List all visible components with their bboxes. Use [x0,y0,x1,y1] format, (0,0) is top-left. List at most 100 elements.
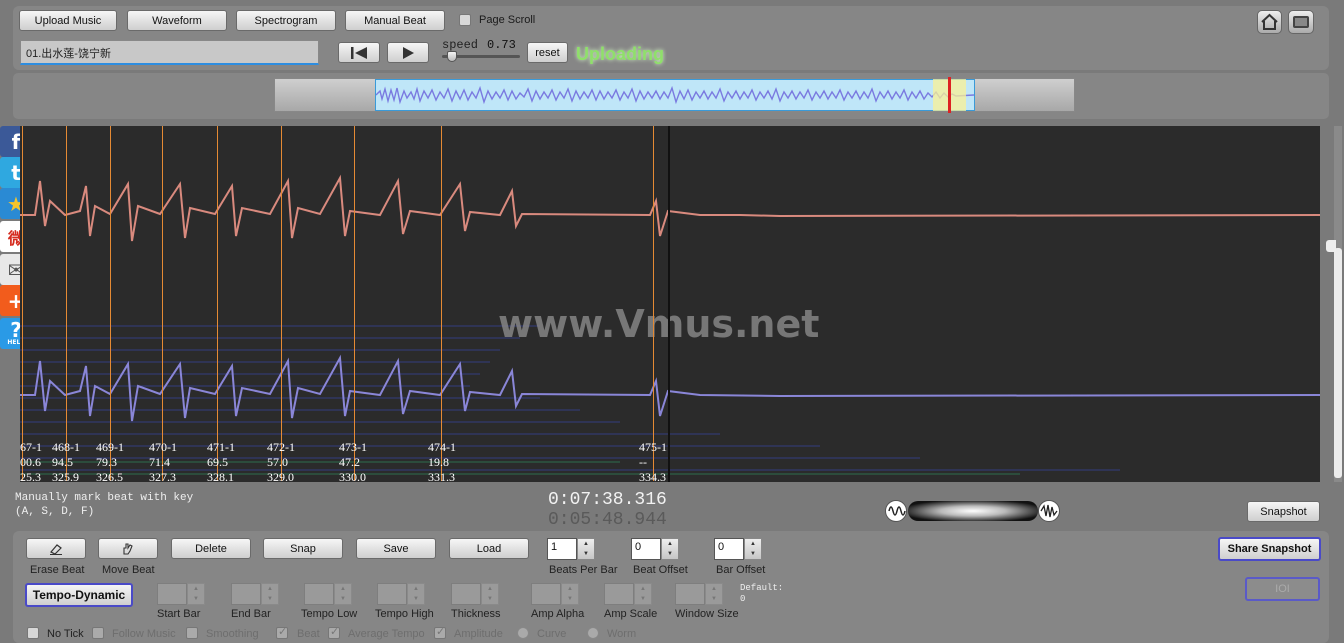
beats-per-bar-stepper[interactable]: 1 ▲ ▼ [547,538,595,560]
zoom-slider[interactable] [908,501,1038,521]
follow-music-checkbox[interactable] [92,627,104,639]
upload-music-button[interactable]: Upload Music [19,10,117,31]
tempo-high-stepper[interactable]: ▲ ▼ [377,583,425,605]
hint-line-2: (A, S, D, F) [15,506,95,518]
beat-label: Beat [297,628,320,640]
amp-alpha-label: Amp Alpha [531,608,585,620]
beat-line[interactable] [653,126,654,481]
erase-beat-button[interactable] [26,538,86,559]
erase-beat-label: Erase Beat [30,564,85,576]
share-snapshot-button[interactable]: Share Snapshot [1218,537,1321,561]
worm-radio[interactable] [587,627,599,639]
worm-label: Worm [607,628,637,640]
waveform-button[interactable]: Waveform [127,10,227,31]
stepper-arrows-icon[interactable]: ▲ ▼ [577,538,595,560]
bar-offset-label: Bar Offset [716,564,766,576]
play-button[interactable] [387,42,429,63]
amplitude-label: Amplitude [454,628,503,640]
beat-label: 472-1 57.0 329.0 [267,440,295,484]
move-beat-button[interactable] [98,538,158,559]
overview-visible-window[interactable] [375,79,975,111]
main-view[interactable]: www.Vmus.net [20,126,1320,482]
beat-line[interactable] [441,126,442,481]
home-icon[interactable] [1257,10,1282,34]
beat-offset-stepper[interactable]: 0 ▲ ▼ [631,538,679,560]
tempo-low-stepper[interactable]: ▲ ▼ [304,583,352,605]
time-current: 0:05:48.944 [548,510,667,530]
start-bar-stepper[interactable]: ▲ ▼ [157,583,205,605]
fullscreen-icon[interactable] [1288,10,1314,34]
amp-alpha-stepper[interactable]: ▲ ▼ [531,583,579,605]
beat-line[interactable] [217,126,218,481]
manual-beat-button[interactable]: Manual Beat [345,10,445,31]
smoothing-checkbox[interactable] [186,627,198,639]
average-tempo-checkbox[interactable] [328,625,340,639]
bar-offset-input[interactable]: 0 [714,538,744,560]
spectrogram-button[interactable]: Spectrogram [236,10,336,31]
ioi-button[interactable]: IOI [1245,577,1320,601]
beats-per-bar-input[interactable]: 1 [547,538,577,560]
beat-checkbox[interactable] [276,625,288,639]
thickness-stepper[interactable]: ▲ ▼ [451,583,499,605]
window-size-stepper[interactable]: ▲ ▼ [675,583,723,605]
tempo-low-label: Tempo Low [301,608,358,620]
speed-label: speed [442,38,479,52]
track-name-field[interactable]: 01.出水莲-饶宁新 [20,40,319,65]
beat-label: 469-1 79.3 326.5 [96,440,124,484]
upload-status: Uploading [576,44,664,64]
follow-music-label: Follow Music [112,628,176,640]
default-value: 0 [740,594,746,604]
hint-line-1: Manually mark beat with key [15,492,194,504]
bar-offset-stepper[interactable]: 0 ▲ ▼ [714,538,762,560]
beat-offset-label: Beat Offset [633,564,688,576]
overview-playhead[interactable] [948,77,951,113]
tempo-dynamic-button[interactable]: Tempo-Dynamic [25,583,133,607]
waveform-zoom-in-icon[interactable] [1038,500,1060,522]
end-bar-stepper[interactable]: ▲ ▼ [231,583,279,605]
snapshot-button[interactable]: Snapshot [1247,501,1320,522]
time-total: 0:07:38.316 [548,490,667,510]
speed-slider-thumb[interactable] [447,51,457,62]
save-button[interactable]: Save [356,538,436,559]
previous-button[interactable] [338,42,380,63]
stepper-arrows-icon[interactable]: ▲ ▼ [744,538,762,560]
thickness-label: Thickness [451,608,501,620]
no-tick-checkbox[interactable] [27,627,39,639]
no-tick-label: No Tick [47,628,84,640]
waveform-zoom-out-icon[interactable] [885,500,907,522]
beat-line[interactable] [110,126,111,481]
average-tempo-label: Average Tempo [348,628,425,640]
skip-back-icon [351,46,367,59]
stepper-arrows-icon[interactable]: ▲ ▼ [661,538,679,560]
amplitude-checkbox[interactable] [434,625,446,639]
amp-scale-stepper[interactable]: ▲ ▼ [604,583,652,605]
beat-line[interactable] [22,126,23,481]
scrollbar-thumb[interactable] [1334,248,1342,478]
end-bar-label: End Bar [231,608,271,620]
track-name-text: 01.出水莲-饶宁新 [26,48,111,60]
play-icon [403,46,414,59]
beat-line[interactable] [354,126,355,481]
reset-button[interactable]: reset [527,42,568,63]
beat-label: 475-1 -- 334.3 [639,440,667,484]
beat-line[interactable] [66,126,67,481]
curve-label: Curve [537,628,567,640]
beat-label: 473-1 47.2 330.0 [339,440,367,484]
page-scroll-checkbox[interactable] [459,14,471,26]
beat-offset-input[interactable]: 0 [631,538,661,560]
overview-waveform [375,85,975,105]
load-button[interactable]: Load [449,538,529,559]
delete-button[interactable]: Delete [171,538,251,559]
beats-per-bar-label: Beats Per Bar [549,564,618,576]
beat-label: 471-1 69.5 328.1 [207,440,235,484]
beat-line[interactable] [162,126,163,481]
beat-label: 468-1 94.5 325.9 [52,440,80,484]
default-label: Default: [740,583,784,593]
move-beat-label: Move Beat [102,564,155,576]
beat-line[interactable] [281,126,282,481]
curve-radio[interactable] [517,627,529,639]
snap-button[interactable]: Snap [263,538,343,559]
watermark: www.Vmus.net [498,302,820,346]
scroll-arrow-icon[interactable] [1326,240,1336,252]
start-bar-label: Start Bar [157,608,201,620]
